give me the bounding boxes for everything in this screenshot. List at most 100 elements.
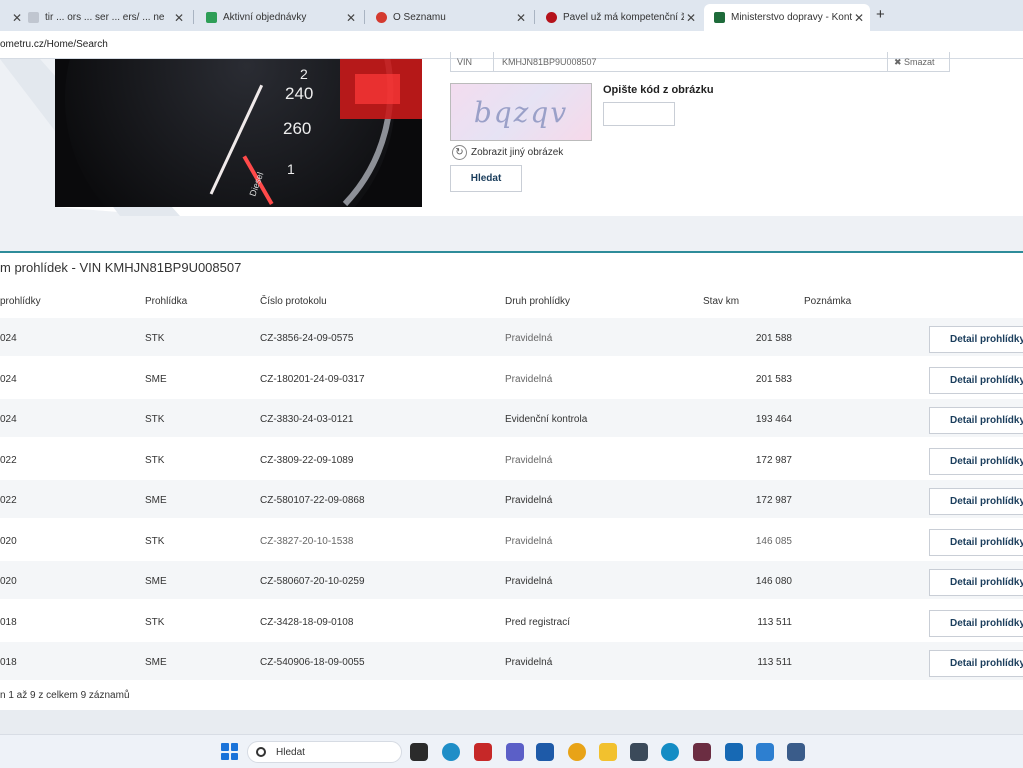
col-header-km[interactable]: Stav km [703,296,739,307]
cell-inspection: SME [145,374,167,385]
clear-button[interactable]: ✖ Smazat [887,52,949,71]
search-icon [256,747,266,757]
tab-title: Ministerstvo dopravy - Kontrol [731,12,852,23]
page-footer [0,710,1023,734]
cell-km: 146 080 [755,576,792,587]
tab-title: Pavel už má kompetenční žalob [563,12,684,23]
taskbar: Hledat [0,734,1023,768]
store-icon[interactable] [536,743,554,761]
cell-inspection: STK [145,536,165,547]
browser-tab-1[interactable]: ✕ tir ... ors ... ser ... ers/ ... ne ✕ [0,4,190,31]
table-row: 018 SME CZ-540906-18-09-0055 Pravidelná … [0,642,1023,680]
edge-icon[interactable] [661,743,679,761]
browser-tab-3[interactable]: O Seznamu ✕ [366,4,532,31]
close-tab-icon[interactable]: ✕ [172,11,186,25]
vin-label: VIN [451,52,494,71]
tab-title: Aktivní objednávky [223,12,307,23]
speedometer-image: 240 260 1 Diesel 2 [55,59,422,207]
cell-kind: Pravidelná [505,374,553,385]
vin-input[interactable]: KMHJN81BP9U008507 [494,52,887,71]
folder-icon[interactable] [599,743,617,761]
cell-inspection: SME [145,495,167,506]
search-button[interactable]: Hledat [450,165,522,192]
close-tab-icon[interactable]: ✕ [852,11,866,25]
cell-protocol: CZ-540906-18-09-0055 [260,657,365,668]
url-text[interactable]: ometru.cz/Home/Search [0,39,108,50]
close-tab-icon[interactable]: ✕ [684,11,698,25]
seznam-favicon-icon [376,12,387,23]
cell-kind: Pred registrací [505,617,571,628]
new-tab-button[interactable]: + [876,6,885,23]
cell-km: 172 987 [755,455,792,466]
detail-button[interactable]: Detail prohlídky [929,326,1023,353]
app-red-icon[interactable] [474,743,492,761]
browser-tab-4[interactable]: Pavel už má kompetenční žalob ✕ [536,4,702,31]
cell-date: 020 [0,576,17,587]
detail-button[interactable]: Detail prohlídky [929,407,1023,434]
cell-km: 113 511 [757,657,792,668]
cell-date: 018 [0,657,17,668]
detail-button[interactable]: Detail prohlídky [929,529,1023,556]
browser-tab-2[interactable]: Aktivní objednávky ✕ [196,4,362,31]
close-tab-icon[interactable]: ✕ [10,11,24,25]
settings-icon[interactable] [756,743,774,761]
cell-inspection: STK [145,617,165,628]
cell-kind: Evidenční kontrola [505,414,588,425]
vin-input-row: VIN KMHJN81BP9U008507 ✖ Smazat [450,52,950,72]
taskbar-search-placeholder[interactable]: Hledat [276,747,305,758]
col-header-note[interactable]: Poznámka [804,296,851,307]
table-row: 020 STK CZ-3827-20-10-1538 Pravidelná 14… [0,521,1023,559]
refresh-captcha-link[interactable]: ↻ Zobrazit jiný obrázek [452,145,563,160]
tab-title: O Seznamu [393,12,446,23]
cell-date: 018 [0,617,17,628]
detail-button[interactable]: Detail prohlídky [929,448,1023,475]
vscode-icon[interactable] [725,743,743,761]
table-row: 018 STK CZ-3428-18-09-0108 Pred registra… [0,602,1023,640]
table-header: prohlídky Prohlídka Číslo protokolu Druh… [0,296,1023,314]
col-header-inspection[interactable]: Prohlídka [145,296,187,307]
cell-protocol: CZ-3809-22-09-1089 [260,455,354,466]
refresh-icon[interactable]: ↻ [452,145,467,160]
edge-dev-icon[interactable] [442,743,460,761]
close-tab-icon[interactable]: ✕ [514,11,528,25]
close-tab-icon[interactable]: ✕ [344,11,358,25]
cell-kind: Pravidelná [505,657,553,668]
detail-button[interactable]: Detail prohlídky [929,488,1023,515]
detail-button[interactable]: Detail prohlídky [929,367,1023,394]
col-header-date[interactable]: prohlídky [0,296,41,307]
table-row: 024 STK CZ-3830-24-03-0121 Evidenční kon… [0,399,1023,437]
cell-protocol: CZ-180201-24-09-0317 [260,374,365,385]
table-row: 024 SME CZ-180201-24-09-0317 Pravidelná … [0,359,1023,397]
chrome-icon[interactable] [568,743,586,761]
detail-button[interactable]: Detail prohlídky [929,569,1023,596]
cell-km: 113 511 [757,617,792,628]
cell-km: 146 085 [755,536,792,547]
cell-date: 024 [0,333,17,344]
detail-button[interactable]: Detail prohlídky [929,650,1023,677]
table-row: 024 STK CZ-3856-24-09-0575 Pravidelná 20… [0,318,1023,356]
col-header-protocol[interactable]: Číslo protokolu [260,296,327,307]
cell-protocol: CZ-580607-20-10-0259 [260,576,365,587]
refresh-captcha-label[interactable]: Zobrazit jiný obrázek [471,147,563,158]
browser-tab-active[interactable]: Ministerstvo dopravy - Kontrol ✕ [704,4,870,31]
cell-inspection: STK [145,414,165,425]
cell-kind: Pravidelná [505,536,553,547]
tab-title: tir ... ors ... ser ... ers/ ... ne [45,12,165,23]
table-row: 020 SME CZ-580607-20-10-0259 Pravidelná … [0,561,1023,599]
gauge-tick-240: 240 [285,84,313,103]
cell-inspection: STK [145,333,165,344]
records-summary: n 1 až 9 z celkem 9 záznamů [0,690,130,701]
app-tool-icon[interactable] [630,743,648,761]
taskbar-search[interactable]: Hledat [247,741,402,763]
detail-button[interactable]: Detail prohlídky [929,610,1023,637]
file-explorer-icon[interactable] [410,743,428,761]
windows-start-icon[interactable] [221,743,238,760]
app-game-icon[interactable] [693,743,711,761]
cell-km: 201 588 [755,333,792,344]
cell-kind: Pravidelná [505,455,553,466]
app-misc-icon[interactable] [787,743,805,761]
captcha-input[interactable] [603,102,675,126]
cell-inspection: STK [145,455,165,466]
col-header-kind[interactable]: Druh prohlídky [505,296,570,307]
teams-icon[interactable] [506,743,524,761]
